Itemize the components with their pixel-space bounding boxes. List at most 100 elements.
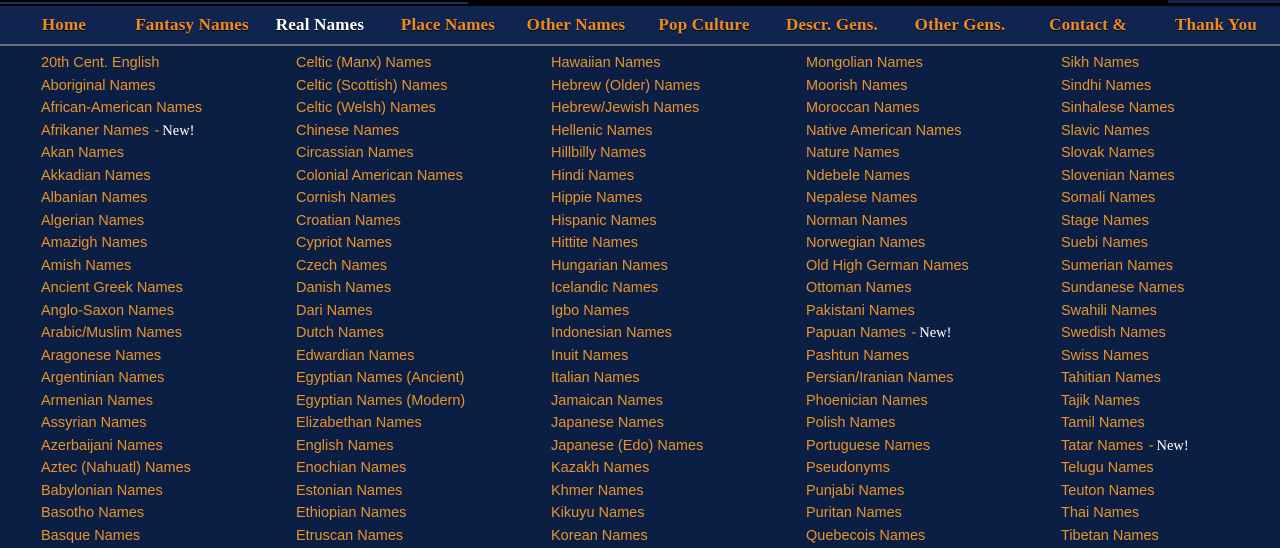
name-category-link[interactable]: Albanian Names: [41, 190, 147, 206]
name-category-link[interactable]: Armenian Names: [41, 393, 153, 409]
name-category-link[interactable]: Thai Names: [1061, 505, 1139, 521]
name-category-link[interactable]: Hungarian Names: [551, 258, 668, 274]
name-category-link[interactable]: Native American Names: [806, 123, 962, 139]
nav-item-contact[interactable]: Contact &: [1024, 15, 1152, 35]
nav-item-pop-culture[interactable]: Pop Culture: [640, 15, 768, 35]
name-category-link[interactable]: Pashtun Names: [806, 348, 909, 364]
name-category-link[interactable]: Aztec (Nahuatl) Names: [41, 460, 191, 476]
name-category-link[interactable]: Algerian Names: [41, 213, 144, 229]
name-category-link[interactable]: Tamil Names: [1061, 415, 1145, 431]
name-category-link[interactable]: Slovak Names: [1061, 145, 1154, 161]
name-category-link[interactable]: Norman Names: [806, 213, 908, 229]
name-category-link[interactable]: Cypriot Names: [296, 235, 392, 251]
name-category-link[interactable]: Ethiopian Names: [296, 505, 406, 521]
name-category-link[interactable]: Norwegian Names: [806, 235, 925, 251]
name-category-link[interactable]: Punjabi Names: [806, 483, 904, 499]
name-category-link[interactable]: Swiss Names: [1061, 348, 1149, 364]
name-category-link[interactable]: Stage Names: [1061, 213, 1149, 229]
name-category-link[interactable]: Cornish Names: [296, 190, 396, 206]
name-category-link[interactable]: Italian Names: [551, 370, 640, 386]
name-category-link[interactable]: Amazigh Names: [41, 235, 147, 251]
name-category-link[interactable]: Old High German Names: [806, 258, 969, 274]
name-category-link[interactable]: Nature Names: [806, 145, 899, 161]
name-category-link[interactable]: Edwardian Names: [296, 348, 414, 364]
name-category-link[interactable]: Swedish Names: [1061, 325, 1166, 341]
name-category-link[interactable]: Kazakh Names: [551, 460, 649, 476]
name-category-link[interactable]: Hawaiian Names: [551, 55, 661, 71]
name-category-link[interactable]: Azerbaijani Names: [41, 438, 163, 454]
name-category-link[interactable]: Aboriginal Names: [41, 78, 155, 94]
name-category-link[interactable]: Ottoman Names: [806, 280, 912, 296]
name-category-link[interactable]: Amish Names: [41, 258, 131, 274]
name-category-link[interactable]: Swahili Names: [1061, 303, 1157, 319]
name-category-link[interactable]: Suebi Names: [1061, 235, 1148, 251]
nav-item-descr-gens[interactable]: Descr. Gens.: [768, 15, 896, 35]
name-category-link[interactable]: Dutch Names: [296, 325, 384, 341]
name-category-link[interactable]: Elizabethan Names: [296, 415, 422, 431]
name-category-link[interactable]: Slavic Names: [1061, 123, 1150, 139]
name-category-link[interactable]: Persian/Iranian Names: [806, 370, 954, 386]
name-category-link[interactable]: Sundanese Names: [1061, 280, 1184, 296]
name-category-link[interactable]: Celtic (Scottish) Names: [296, 78, 447, 94]
name-category-link[interactable]: Telugu Names: [1061, 460, 1154, 476]
nav-item-other-names[interactable]: Other Names: [512, 15, 640, 35]
name-category-link[interactable]: Teuton Names: [1061, 483, 1155, 499]
name-category-link[interactable]: Korean Names: [551, 528, 648, 544]
name-category-link[interactable]: Basque Names: [41, 528, 140, 544]
name-category-link[interactable]: Pseudonyms: [806, 460, 890, 476]
name-category-link[interactable]: Dari Names: [296, 303, 373, 319]
name-category-link[interactable]: Colonial American Names: [296, 168, 463, 184]
name-category-link[interactable]: Japanese Names: [551, 415, 664, 431]
name-category-link[interactable]: Somali Names: [1061, 190, 1155, 206]
name-category-link[interactable]: Quebecois Names: [806, 528, 925, 544]
name-category-link[interactable]: Aragonese Names: [41, 348, 161, 364]
name-category-link[interactable]: Sinhalese Names: [1061, 100, 1175, 116]
name-category-link[interactable]: African-American Names: [41, 100, 202, 116]
name-category-link[interactable]: Croatian Names: [296, 213, 401, 229]
name-category-link[interactable]: Hillbilly Names: [551, 145, 646, 161]
name-category-link[interactable]: Etruscan Names: [296, 528, 403, 544]
name-category-link[interactable]: Hittite Names: [551, 235, 638, 251]
name-category-link[interactable]: Circassian Names: [296, 145, 414, 161]
name-category-link[interactable]: Sindhi Names: [1061, 78, 1151, 94]
name-category-link[interactable]: Czech Names: [296, 258, 387, 274]
name-category-link[interactable]: Tahitian Names: [1061, 370, 1161, 386]
name-category-link[interactable]: Khmer Names: [551, 483, 644, 499]
name-category-link[interactable]: Pakistani Names: [806, 303, 915, 319]
nav-item-real-names[interactable]: Real Names: [256, 15, 384, 35]
name-category-link[interactable]: Hebrew/Jewish Names: [551, 100, 699, 116]
name-category-link[interactable]: 20th Cent. English: [41, 55, 160, 71]
name-category-link[interactable]: Akkadian Names: [41, 168, 151, 184]
name-category-link[interactable]: Anglo-Saxon Names: [41, 303, 174, 319]
name-category-link[interactable]: Assyrian Names: [41, 415, 147, 431]
name-category-link[interactable]: Hippie Names: [551, 190, 642, 206]
name-category-link[interactable]: Portuguese Names: [806, 438, 930, 454]
name-category-link[interactable]: Jamaican Names: [551, 393, 663, 409]
name-category-link[interactable]: Japanese (Edo) Names: [551, 438, 703, 454]
name-category-link[interactable]: Ancient Greek Names: [41, 280, 183, 296]
name-category-link[interactable]: Arabic/Muslim Names: [41, 325, 182, 341]
nav-item-fantasy-names[interactable]: Fantasy Names: [128, 15, 256, 35]
name-category-link[interactable]: Babylonian Names: [41, 483, 163, 499]
name-category-link[interactable]: Hispanic Names: [551, 213, 657, 229]
name-category-link[interactable]: Sikh Names: [1061, 55, 1139, 71]
nav-item-thank-you[interactable]: Thank You: [1152, 15, 1280, 35]
nav-item-other-gens[interactable]: Other Gens.: [896, 15, 1024, 35]
name-category-link[interactable]: Argentinian Names: [41, 370, 164, 386]
name-category-link[interactable]: Kikuyu Names: [551, 505, 644, 521]
name-category-link[interactable]: Icelandic Names: [551, 280, 658, 296]
name-category-link[interactable]: Egyptian Names (Ancient): [296, 370, 464, 386]
name-category-link[interactable]: Slovenian Names: [1061, 168, 1175, 184]
name-category-link[interactable]: Akan Names: [41, 145, 124, 161]
name-category-link[interactable]: Danish Names: [296, 280, 391, 296]
name-category-link[interactable]: Celtic (Welsh) Names: [296, 100, 436, 116]
name-category-link[interactable]: Basotho Names: [41, 505, 144, 521]
name-category-link[interactable]: Inuit Names: [551, 348, 628, 364]
name-category-link[interactable]: Hellenic Names: [551, 123, 653, 139]
name-category-link[interactable]: Puritan Names: [806, 505, 902, 521]
name-category-link[interactable]: Chinese Names: [296, 123, 399, 139]
name-category-link[interactable]: Hebrew (Older) Names: [551, 78, 700, 94]
name-category-link[interactable]: Moorish Names: [806, 78, 908, 94]
name-category-link[interactable]: Nepalese Names: [806, 190, 917, 206]
name-category-link[interactable]: Egyptian Names (Modern): [296, 393, 465, 409]
